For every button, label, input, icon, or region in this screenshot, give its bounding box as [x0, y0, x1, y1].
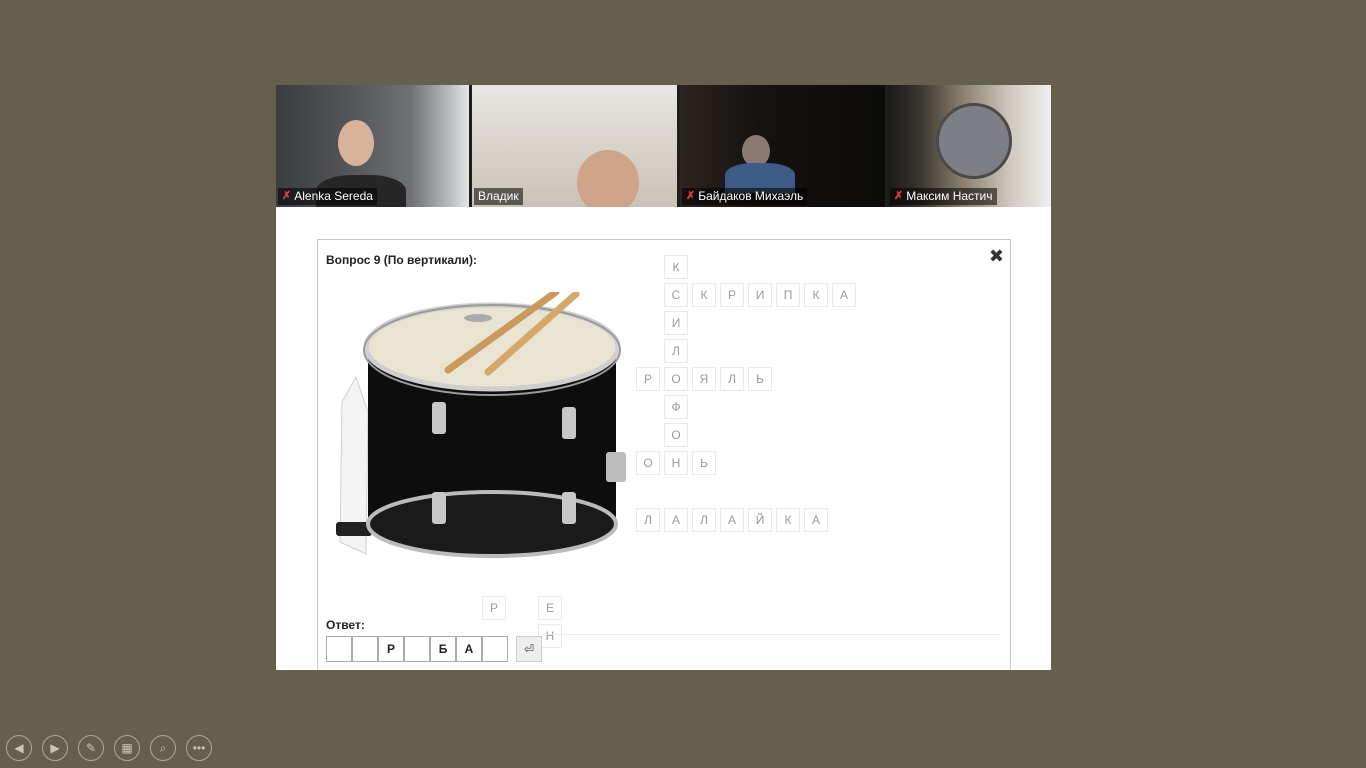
answer-letter-input[interactable] — [482, 636, 508, 662]
next-slide-icon[interactable]: ▶ — [42, 735, 68, 761]
close-icon[interactable]: ✖ — [989, 246, 1004, 266]
more-icon[interactable]: ••• — [186, 735, 212, 761]
crossword-cell: О — [636, 451, 660, 475]
video-tile[interactable]: ✗ Максим Настич — [888, 85, 1051, 207]
crossword-cell: Л — [720, 367, 744, 391]
crossword-cell: Р — [482, 596, 506, 620]
participant-figure — [577, 150, 639, 207]
presentation-slide: ✗ Alenka Sereda Владик ✗ Байдаков Михаэл… — [276, 85, 1051, 670]
slides-grid-icon[interactable]: ▦ — [114, 735, 140, 761]
video-tile[interactable]: ✗ Байдаков Михаэль — [680, 85, 885, 207]
participant-name-tag: ✗ Максим Настич — [890, 188, 997, 205]
answer-input-row: Р Б А — [326, 636, 508, 662]
participant-name-tag: ✗ Alenka Sereda — [278, 188, 377, 205]
crossword-cell: К — [664, 255, 688, 279]
drum-strainer — [606, 452, 626, 482]
participant-figure — [936, 103, 1012, 179]
participant-name: Максим Настич — [906, 189, 993, 203]
crossword-cell: К — [692, 283, 716, 307]
crossword-cell: А — [804, 508, 828, 532]
submit-answer-button[interactable]: ⏎ — [516, 636, 542, 662]
crossword-cell: Й — [748, 508, 772, 532]
drum-logo — [464, 314, 492, 322]
crossword-cell: Р — [720, 283, 744, 307]
mic-muted-icon: ✗ — [894, 190, 904, 202]
drum-lug — [562, 407, 576, 439]
mic-muted-icon: ✗ — [686, 190, 696, 202]
video-tile[interactable]: ✗ Alenka Sereda — [276, 85, 469, 207]
drum-image — [326, 288, 632, 592]
crossword-cell: Л — [692, 508, 716, 532]
answer-letter-input[interactable] — [326, 636, 352, 662]
answer-letter-input[interactable]: Р — [378, 636, 404, 662]
video-tile[interactable]: Владик — [472, 85, 677, 207]
zoom-icon[interactable]: ⌕ — [150, 735, 176, 761]
pen-icon[interactable]: ✎ — [78, 735, 104, 761]
divider — [546, 634, 1001, 635]
previous-slide-icon[interactable]: ◀ — [6, 735, 32, 761]
crossword-cell: О — [664, 423, 688, 447]
crossword-cell: Ф — [664, 395, 688, 419]
answer-letter-input[interactable] — [352, 636, 378, 662]
video-gallery: ✗ Alenka Sereda Владик ✗ Байдаков Михаэл… — [276, 85, 1051, 207]
crossword-cell: А — [720, 508, 744, 532]
question-panel: КСКРИПКАИЛРОЯЛЬФООНЬЛАЛАЙКАРЕН Вопрос 9 … — [317, 239, 1011, 670]
answer-label: Ответ: — [326, 618, 365, 632]
participant-name: Байдаков Михаэль — [698, 189, 804, 203]
crossword-cell: И — [748, 283, 772, 307]
participant-name-tag: ✗ Байдаков Михаэль — [682, 188, 808, 205]
participant-figure — [338, 120, 374, 166]
crossword-cell: Л — [636, 508, 660, 532]
bottom-rim — [366, 490, 618, 558]
answer-letter-input[interactable] — [404, 636, 430, 662]
mic-muted-icon: ✗ — [282, 190, 292, 202]
crossword-cell: Ь — [748, 367, 772, 391]
crossword-cell: А — [832, 283, 856, 307]
crossword-cell: Л — [664, 339, 688, 363]
participant-name: Alenka Sereda — [294, 189, 373, 203]
crossword-cell: О — [664, 367, 688, 391]
crossword-cell: Р — [636, 367, 660, 391]
participant-name: Владик — [478, 189, 519, 203]
drum-lug — [432, 402, 446, 434]
question-title: Вопрос 9 (По вертикали): — [326, 253, 478, 267]
answer-letter-input[interactable]: Б — [430, 636, 456, 662]
crossword-cell: К — [776, 508, 800, 532]
presentation-controls: ◀ ▶ ✎ ▦ ⌕ ••• — [6, 735, 212, 761]
crossword-cell: С — [664, 283, 688, 307]
participant-name-tag: Владик — [474, 188, 523, 205]
crossword-cell: Ь — [692, 451, 716, 475]
crossword-cell: К — [804, 283, 828, 307]
answer-letter-input[interactable]: А — [456, 636, 482, 662]
crossword-cell: Я — [692, 367, 716, 391]
crossword-cell: П — [776, 283, 800, 307]
crossword-cell: Е — [538, 596, 562, 620]
drum-lug — [432, 492, 446, 524]
crossword-cell: И — [664, 311, 688, 335]
drum-lug — [562, 492, 576, 524]
crossword-cell: А — [664, 508, 688, 532]
crossword-cell: Н — [664, 451, 688, 475]
